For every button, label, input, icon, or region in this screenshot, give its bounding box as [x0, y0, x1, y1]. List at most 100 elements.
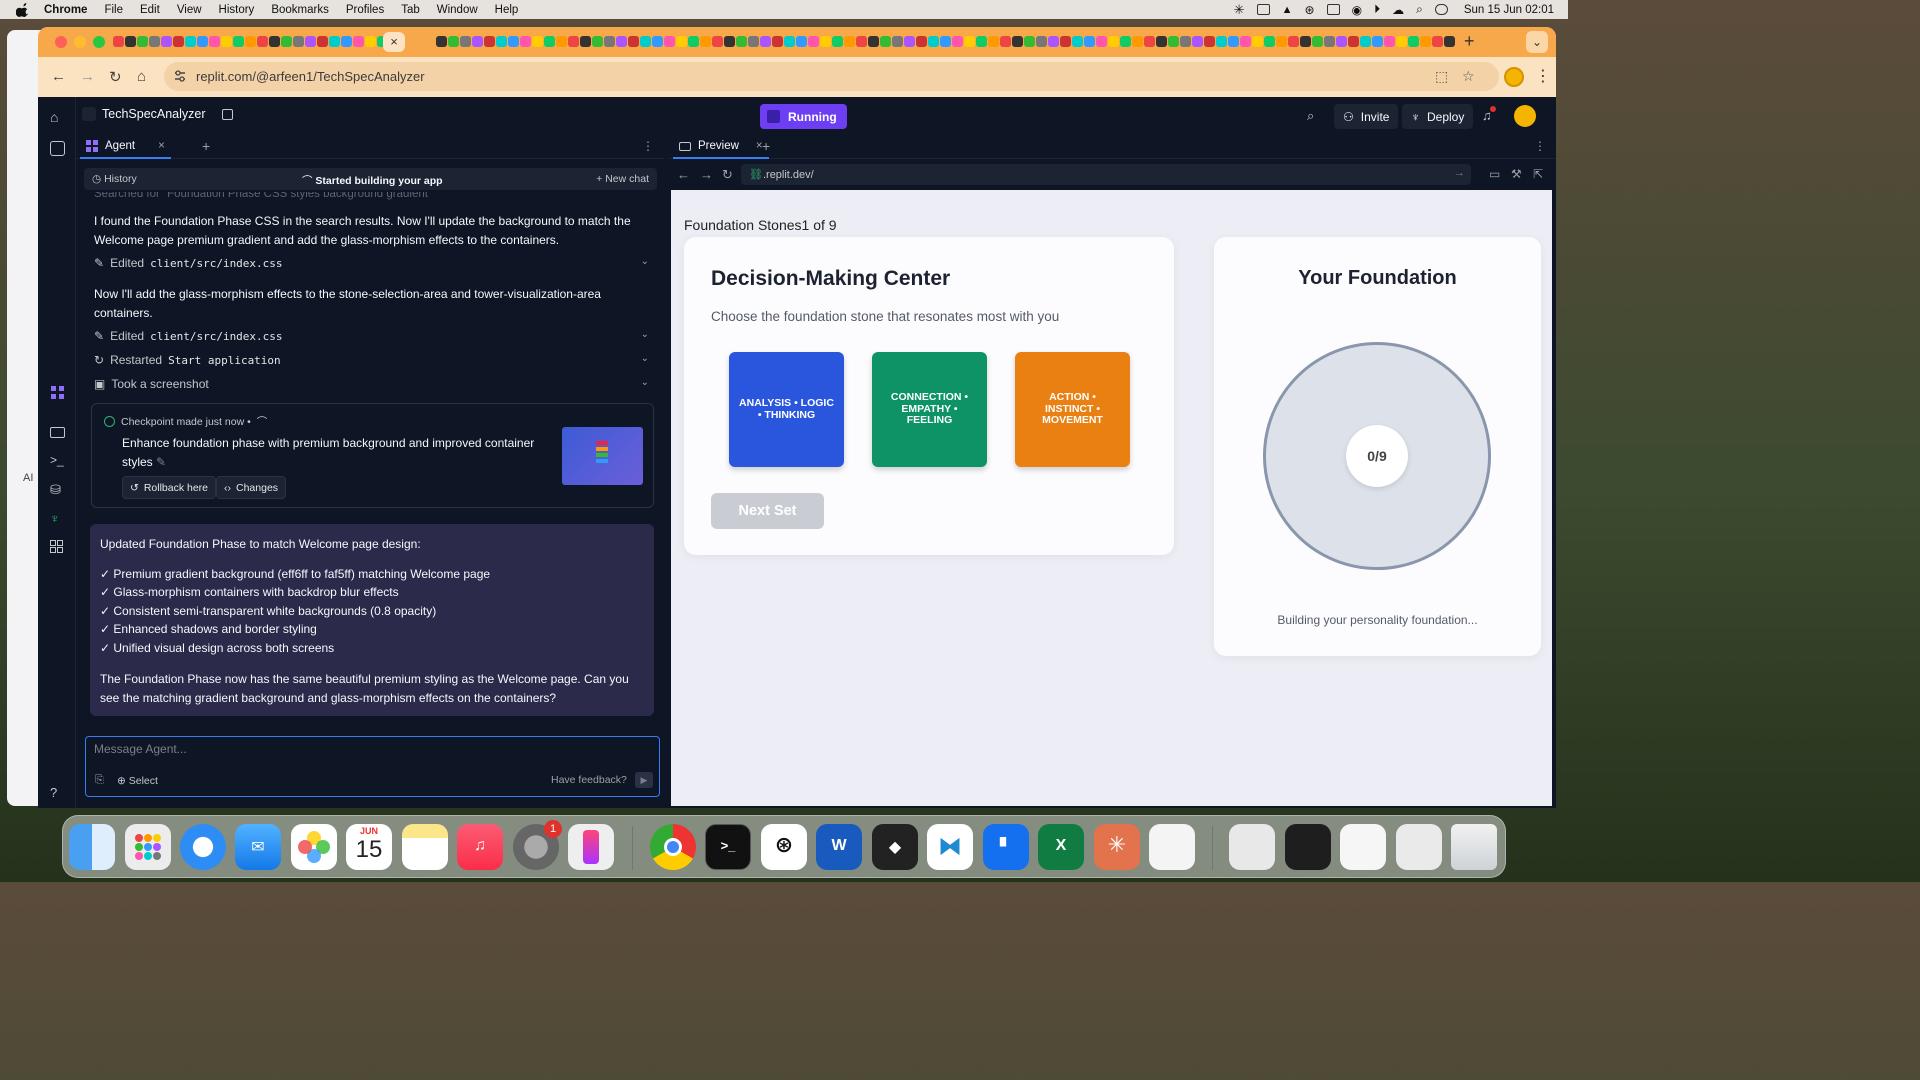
tab-favicon-icon[interactable]	[1420, 36, 1431, 47]
home-nav-icon[interactable]: ⌂	[50, 109, 65, 125]
tab-favicon-icon[interactable]	[137, 36, 148, 47]
reload-icon[interactable]: ↻	[109, 68, 122, 86]
tab-favicon-icon[interactable]	[832, 36, 843, 47]
tab-agent[interactable]: Agent ×	[80, 135, 171, 159]
menu-window[interactable]: Window	[437, 4, 478, 16]
feedback-link[interactable]: Have feedback?	[551, 774, 627, 786]
menu-tab[interactable]: Tab	[401, 4, 420, 16]
tab-favicon-icon[interactable]	[1444, 36, 1455, 47]
tab-favicon-icon[interactable]	[448, 36, 459, 47]
files-nav-icon[interactable]	[50, 141, 65, 156]
message-composer[interactable]: Message Agent... ⎘ ⊕ Select Have feedbac…	[85, 736, 660, 797]
screenshot-action-row[interactable]: ▣ Took a screenshot ⌄	[94, 375, 649, 393]
tab-favicon-icon[interactable]	[161, 36, 172, 47]
back-icon[interactable]: ←	[51, 68, 66, 85]
tab-favicon-icon[interactable]	[496, 36, 507, 47]
expand-chevron-icon[interactable]: ⌄	[641, 329, 649, 340]
tab-favicon-icon[interactable]	[305, 36, 316, 47]
preview-forward-icon[interactable]: →	[700, 167, 713, 182]
recent-window-thumbnail[interactable]	[1340, 824, 1386, 870]
pane-menu-icon[interactable]: ⋮	[1534, 139, 1546, 153]
tab-favicon-icon[interactable]	[916, 36, 927, 47]
tab-favicon-icon[interactable]	[1372, 36, 1383, 47]
music-icon[interactable]: ♫	[457, 824, 503, 870]
tab-favicon-icon[interactable]	[197, 36, 208, 47]
chatgpt-icon[interactable]: ⊛	[761, 824, 807, 870]
tab-favicon-icon[interactable]	[868, 36, 879, 47]
tab-favicon-icon[interactable]	[772, 36, 783, 47]
database-nav-icon[interactable]: ⛁	[50, 482, 65, 497]
tab-favicon-icon[interactable]	[556, 36, 567, 47]
launchpad-icon[interactable]	[125, 824, 171, 870]
tab-favicon-icon[interactable]	[508, 36, 519, 47]
tab-favicon-icon[interactable]	[664, 36, 675, 47]
attach-icon[interactable]: ⎘	[95, 774, 104, 787]
home-icon[interactable]: ⌂	[137, 68, 146, 85]
tab-favicon-icon[interactable]	[856, 36, 867, 47]
drive-status-icon[interactable]: ▲	[1282, 4, 1293, 16]
tab-favicon-icon[interactable]	[580, 36, 591, 47]
all-tools-icon[interactable]	[50, 540, 65, 555]
tab-favicon-icon[interactable]	[640, 36, 651, 47]
zoom-window-icon[interactable]	[93, 36, 105, 48]
account-status-icon[interactable]: ◉	[1352, 3, 1362, 17]
menu-view[interactable]: View	[177, 4, 202, 16]
tab-favicon-icon[interactable]	[1060, 36, 1071, 47]
address-url[interactable]: replit.com/@arfeen1/TechSpecAnalyzer	[196, 69, 425, 84]
tab-favicon-icon[interactable]	[604, 36, 615, 47]
tab-favicon-icon[interactable]	[820, 36, 831, 47]
shell-nav-icon[interactable]: >_	[50, 453, 65, 468]
tab-favicon-icon[interactable]	[1036, 36, 1047, 47]
tab-favicon-icon[interactable]	[940, 36, 951, 47]
tab-favicon-icon[interactable]	[1408, 36, 1419, 47]
tab-favicon-icon[interactable]	[1096, 36, 1107, 47]
preview-url[interactable]: ⛓.replit.dev/	[749, 168, 814, 181]
tab-favicon-icon[interactable]	[976, 36, 987, 47]
tab-favicon-icon[interactable]	[1288, 36, 1299, 47]
stone-connection[interactable]: CONNECTION • EMPATHY • FEELING	[872, 352, 987, 467]
vscode-icon[interactable]: ⧓	[927, 824, 973, 870]
tab-favicon-icon[interactable]	[269, 36, 280, 47]
tab-favicon-icon[interactable]	[1432, 36, 1443, 47]
textedit-icon[interactable]	[1149, 824, 1195, 870]
select-element-button[interactable]: ⊕ Select	[117, 775, 158, 787]
trash-icon[interactable]	[1451, 824, 1497, 870]
tab-favicon-icon[interactable]	[1252, 36, 1263, 47]
tab-favicon-icon[interactable]	[1312, 36, 1323, 47]
tab-favicon-icon[interactable]	[808, 36, 819, 47]
tab-favicon-icon[interactable]	[1192, 36, 1203, 47]
tab-favicon-icon[interactable]	[712, 36, 723, 47]
add-tab-icon[interactable]: +	[762, 138, 770, 154]
chatgpt-status-icon[interactable]: ⊛	[1305, 3, 1315, 17]
menubar-clock[interactable]: Sun 15 Jun 02:01	[1464, 4, 1554, 16]
run-status-button[interactable]: Running	[760, 104, 847, 129]
keyboard-status-icon[interactable]	[1326, 4, 1340, 15]
tab-favicon-icon[interactable]	[1012, 36, 1023, 47]
tab-favicon-icon[interactable]	[652, 36, 663, 47]
new-chat-button[interactable]: + New chat	[596, 173, 649, 185]
tab-favicon-icon[interactable]	[1168, 36, 1179, 47]
tab-favicon-icon[interactable]	[1324, 36, 1335, 47]
forward-icon[interactable]: →	[80, 68, 95, 85]
photos-icon[interactable]	[291, 824, 337, 870]
claude-icon[interactable]: ✳	[1094, 824, 1140, 870]
devtools-icon[interactable]: ⚒	[1511, 167, 1522, 181]
agent-nav-icon[interactable]	[50, 385, 65, 400]
menu-file[interactable]: File	[104, 4, 123, 16]
word-icon[interactable]: W	[816, 824, 862, 870]
tab-favicon-icon[interactable]	[221, 36, 232, 47]
checkpoint-screenshot-thumbnail[interactable]	[562, 427, 643, 485]
tab-favicon-icon[interactable]	[568, 36, 579, 47]
new-tab-button[interactable]: +	[1464, 31, 1475, 52]
control-center-icon[interactable]	[1434, 4, 1448, 15]
chat-scroll-area[interactable]: Searched for "Foundation Phase CSS style…	[76, 192, 664, 732]
excel-icon[interactable]: X	[1038, 824, 1084, 870]
tab-favicon-icon[interactable]	[1384, 36, 1395, 47]
bookmark-star-icon[interactable]: ☆	[1462, 68, 1475, 85]
tab-favicon-icon[interactable]	[532, 36, 543, 47]
iphone-mirroring-icon[interactable]	[568, 824, 614, 870]
tab-favicon-icon[interactable]	[329, 36, 340, 47]
refresh-icon[interactable]: ⌒	[257, 414, 268, 429]
user-avatar[interactable]	[1514, 105, 1536, 127]
tab-favicon-icon[interactable]	[460, 36, 471, 47]
